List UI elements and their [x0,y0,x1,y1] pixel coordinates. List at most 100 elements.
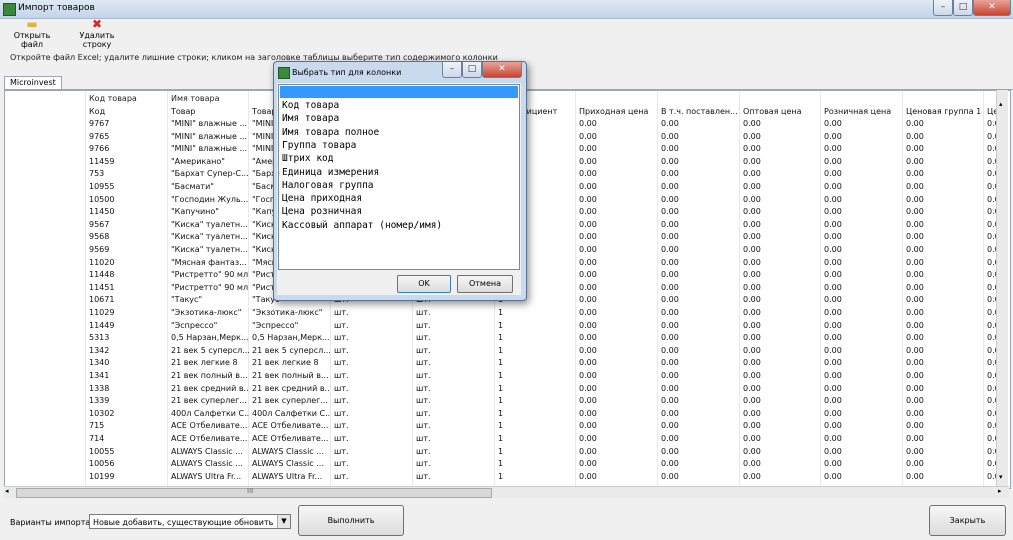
table-cell: шт. [416,308,431,317]
column-type-list[interactable]: Код товара Имя товара Имя товара полное Гру… [278,84,520,270]
column-type-option[interactable]: Кассовый аппарат (номер/имя) [282,219,442,232]
table-cell: 1 [498,396,504,406]
tab-microinvest[interactable]: Microinvest [4,76,62,89]
column-header[interactable]: Код [89,106,167,118]
table-cell: 0.00 [906,270,924,280]
table-row[interactable]: 11029 "Экзотика-люкс" "Экзотика-люкс" шт. шт… [5,307,1010,319]
table-row[interactable]: 10199 ALWAYS Ultra Fr... ALWAYS Ultra Fr..… [5,471,1010,483]
table-cell: 0.00 [824,207,842,217]
close-button[interactable]: Закрыть [929,505,1006,536]
selected-empty-item[interactable] [280,86,518,98]
run-button[interactable]: Выполнить [298,505,404,536]
column-header[interactable]: В т.ч. поставлен... [661,106,739,118]
column-type-option[interactable]: Цена приходная [282,192,362,205]
column-type-option[interactable]: Имя товара полное [282,126,379,139]
cancel-button[interactable]: Отмена [457,275,513,293]
table-cell: 11450 [89,207,115,217]
table-cell: 1340 [89,358,110,368]
column-header[interactable]: Розничная цена [824,106,902,118]
table-cell: "Ристретто" 90 мл [171,282,249,292]
table-row[interactable]: 714 ACE Отбеливате... ACE Отбеливате... шт.… [5,433,1010,445]
table-row[interactable]: 715 ACE Отбеливате... ACE Отбеливате... шт.… [5,420,1010,432]
table-cell: шт. [334,371,349,380]
column-type-header[interactable]: Код товара [89,91,165,106]
minimize-icon[interactable]: – [933,0,953,16]
table-row[interactable]: 1342 21 век 5 суперсл... 21 век 5 суперсл.… [5,345,1010,357]
table-cell: 21 век легкие 8 [252,358,319,368]
table-cell: 0.00 [906,320,924,330]
table-cell: 0.00 [743,446,761,456]
table-cell: 1 [498,320,504,330]
table-row[interactable]: 10055 ALWAYS Classic ... ALWAYS Classic ..… [5,446,1010,458]
column-type-option[interactable]: Группа товара [282,139,356,152]
column-header[interactable]: Ценовая группа 1 [906,106,984,118]
table-cell: "Эспрессо" [171,320,218,330]
table-cell: 0.00 [579,257,597,267]
table-cell: 0.00 [579,383,597,393]
column-type-header[interactable]: Имя товара [171,91,247,106]
table-cell: 0.00 [824,446,842,456]
maximize-icon[interactable]: □ [953,0,973,16]
table-cell: 0.00 [579,471,597,481]
table-cell: "Киска" туалетн... [171,245,248,254]
table-cell: 1 [498,446,504,456]
table-cell: шт. [334,459,349,469]
column-type-option[interactable]: Штрих код [282,152,333,165]
column-type-option[interactable]: Единица измерения [282,166,379,179]
table-cell: "MINI" влажные ... [171,119,248,128]
table-cell: 0.00 [579,182,597,191]
table-cell: 0.00 [743,345,761,355]
vertical-scrollbar[interactable]: ▴ ▾ [996,90,1008,486]
column-header[interactable]: Товар [171,106,249,118]
chevron-down-icon[interactable]: ▼ [277,515,290,528]
close-window-icon[interactable]: ✕ [973,0,1011,16]
table-row[interactable]: 1341 21 век полный в... 21 век полный в...… [5,370,1010,382]
ok-button[interactable]: OK [397,275,451,293]
table-cell: 0.00 [743,245,761,254]
scroll-right-icon[interactable]: ▸ [998,487,1002,495]
table-row[interactable]: 1338 21 век средний в... 21 век средний в.… [5,383,1010,395]
table-cell: 0.00 [824,345,842,355]
table-row[interactable]: 10056 ALWAYS Classic ... ALWAYS Classic ..… [5,458,1010,470]
table-cell: ALWAYS Ultra Fr... [171,471,242,481]
table-row[interactable]: 10302 400л Салфетки С... 400л Салфетки С..… [5,408,1010,420]
column-header[interactable]: Приходная цена [579,106,657,118]
column-type-option[interactable]: Код товара [282,99,339,112]
table-cell: шт. [416,358,431,368]
horizontal-scrollbar[interactable]: ◂ III ▸ [4,486,1009,498]
dialog-title: Выбрать тип для колонки [292,68,402,77]
table-cell: 9567 [89,219,110,229]
dialog-maximize-icon[interactable]: □ [462,62,482,78]
import-options-select[interactable]: Новые добавить, существующие обновить ▼ [89,514,291,529]
column-type-option[interactable]: Цена розничная [282,205,362,218]
table-cell: 0.00 [579,434,597,443]
table-row[interactable]: 1339 21 век суперлег... 21 век суперлег...… [5,395,1010,407]
scroll-up-icon[interactable]: ▴ [999,100,1003,108]
table-cell: 0.00 [579,345,597,355]
table-cell: 0.00 [579,194,597,204]
table-cell: 0.00 [906,194,924,204]
table-cell: 10055 [89,446,115,456]
table-cell: "Господин Жуль... [171,194,249,204]
open-file-button[interactable]: ▬ Открыть файл [4,18,60,50]
scroll-left-icon[interactable]: ◂ [5,487,9,495]
table-cell: 0.00 [579,169,597,179]
table-cell: 21 век полный в... [171,371,248,380]
table-cell: 1 [498,358,504,368]
horizontal-scroll-thumb[interactable]: III [16,487,492,498]
table-cell: шт. [334,345,349,355]
table-cell: шт. [416,371,431,380]
table-row[interactable]: 5313 0,5 Нарзан,Мерк... 0,5 Нарзан,Мерк...… [5,332,1010,344]
table-row[interactable]: 1340 21 век легкие 8 21 век легкие 8 шт. шт.… [5,357,1010,369]
table-cell: 0.00 [661,295,679,305]
column-type-option[interactable]: Имя товара [282,112,339,125]
table-cell: 9766 [89,144,110,154]
dialog-minimize-icon[interactable]: – [442,62,462,78]
scroll-down-icon[interactable]: ▾ [999,473,1003,481]
column-type-option[interactable]: Налоговая группа [282,179,374,192]
dialog-close-icon[interactable]: ✕ [482,62,522,78]
column-header[interactable]: Оптовая цена [743,106,821,118]
table-cell: 0.00 [906,371,924,380]
table-row[interactable]: 11449 "Эспрессо" "Эспрессо" шт. шт. 1 0.00 0.00… [5,320,1010,332]
delete-row-button[interactable]: ✖ Удалить строку [64,18,130,50]
